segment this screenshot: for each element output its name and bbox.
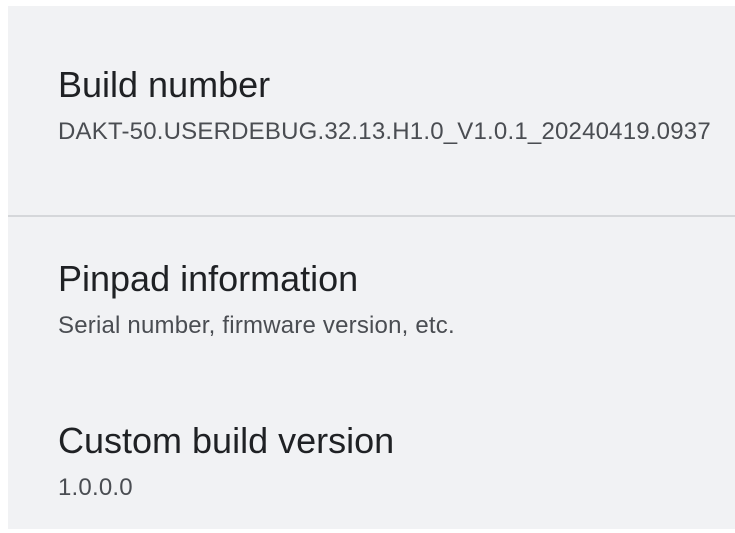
pinpad-information-summary: Serial number, firmware version, etc. xyxy=(58,312,455,339)
pinpad-information-title: Pinpad information xyxy=(58,258,359,299)
settings-panel: Build number DAKT-50.USERDEBUG.32.13.H1.… xyxy=(8,6,735,529)
pinpad-information-item[interactable]: Pinpad information Serial number, firmwa… xyxy=(58,258,725,344)
build-number-title: Build number xyxy=(58,64,271,105)
build-number-value: DAKT-50.USERDEBUG.32.13.H1.0_V1.0.1_2024… xyxy=(58,118,711,145)
custom-build-version-item[interactable]: Custom build version 1.0.0.0 xyxy=(58,420,725,506)
build-number-item[interactable]: Build number DAKT-50.USERDEBUG.32.13.H1.… xyxy=(58,64,725,150)
custom-build-version-title: Custom build version xyxy=(58,420,395,461)
custom-build-version-value: 1.0.0.0 xyxy=(58,474,133,501)
section-divider xyxy=(8,215,735,217)
